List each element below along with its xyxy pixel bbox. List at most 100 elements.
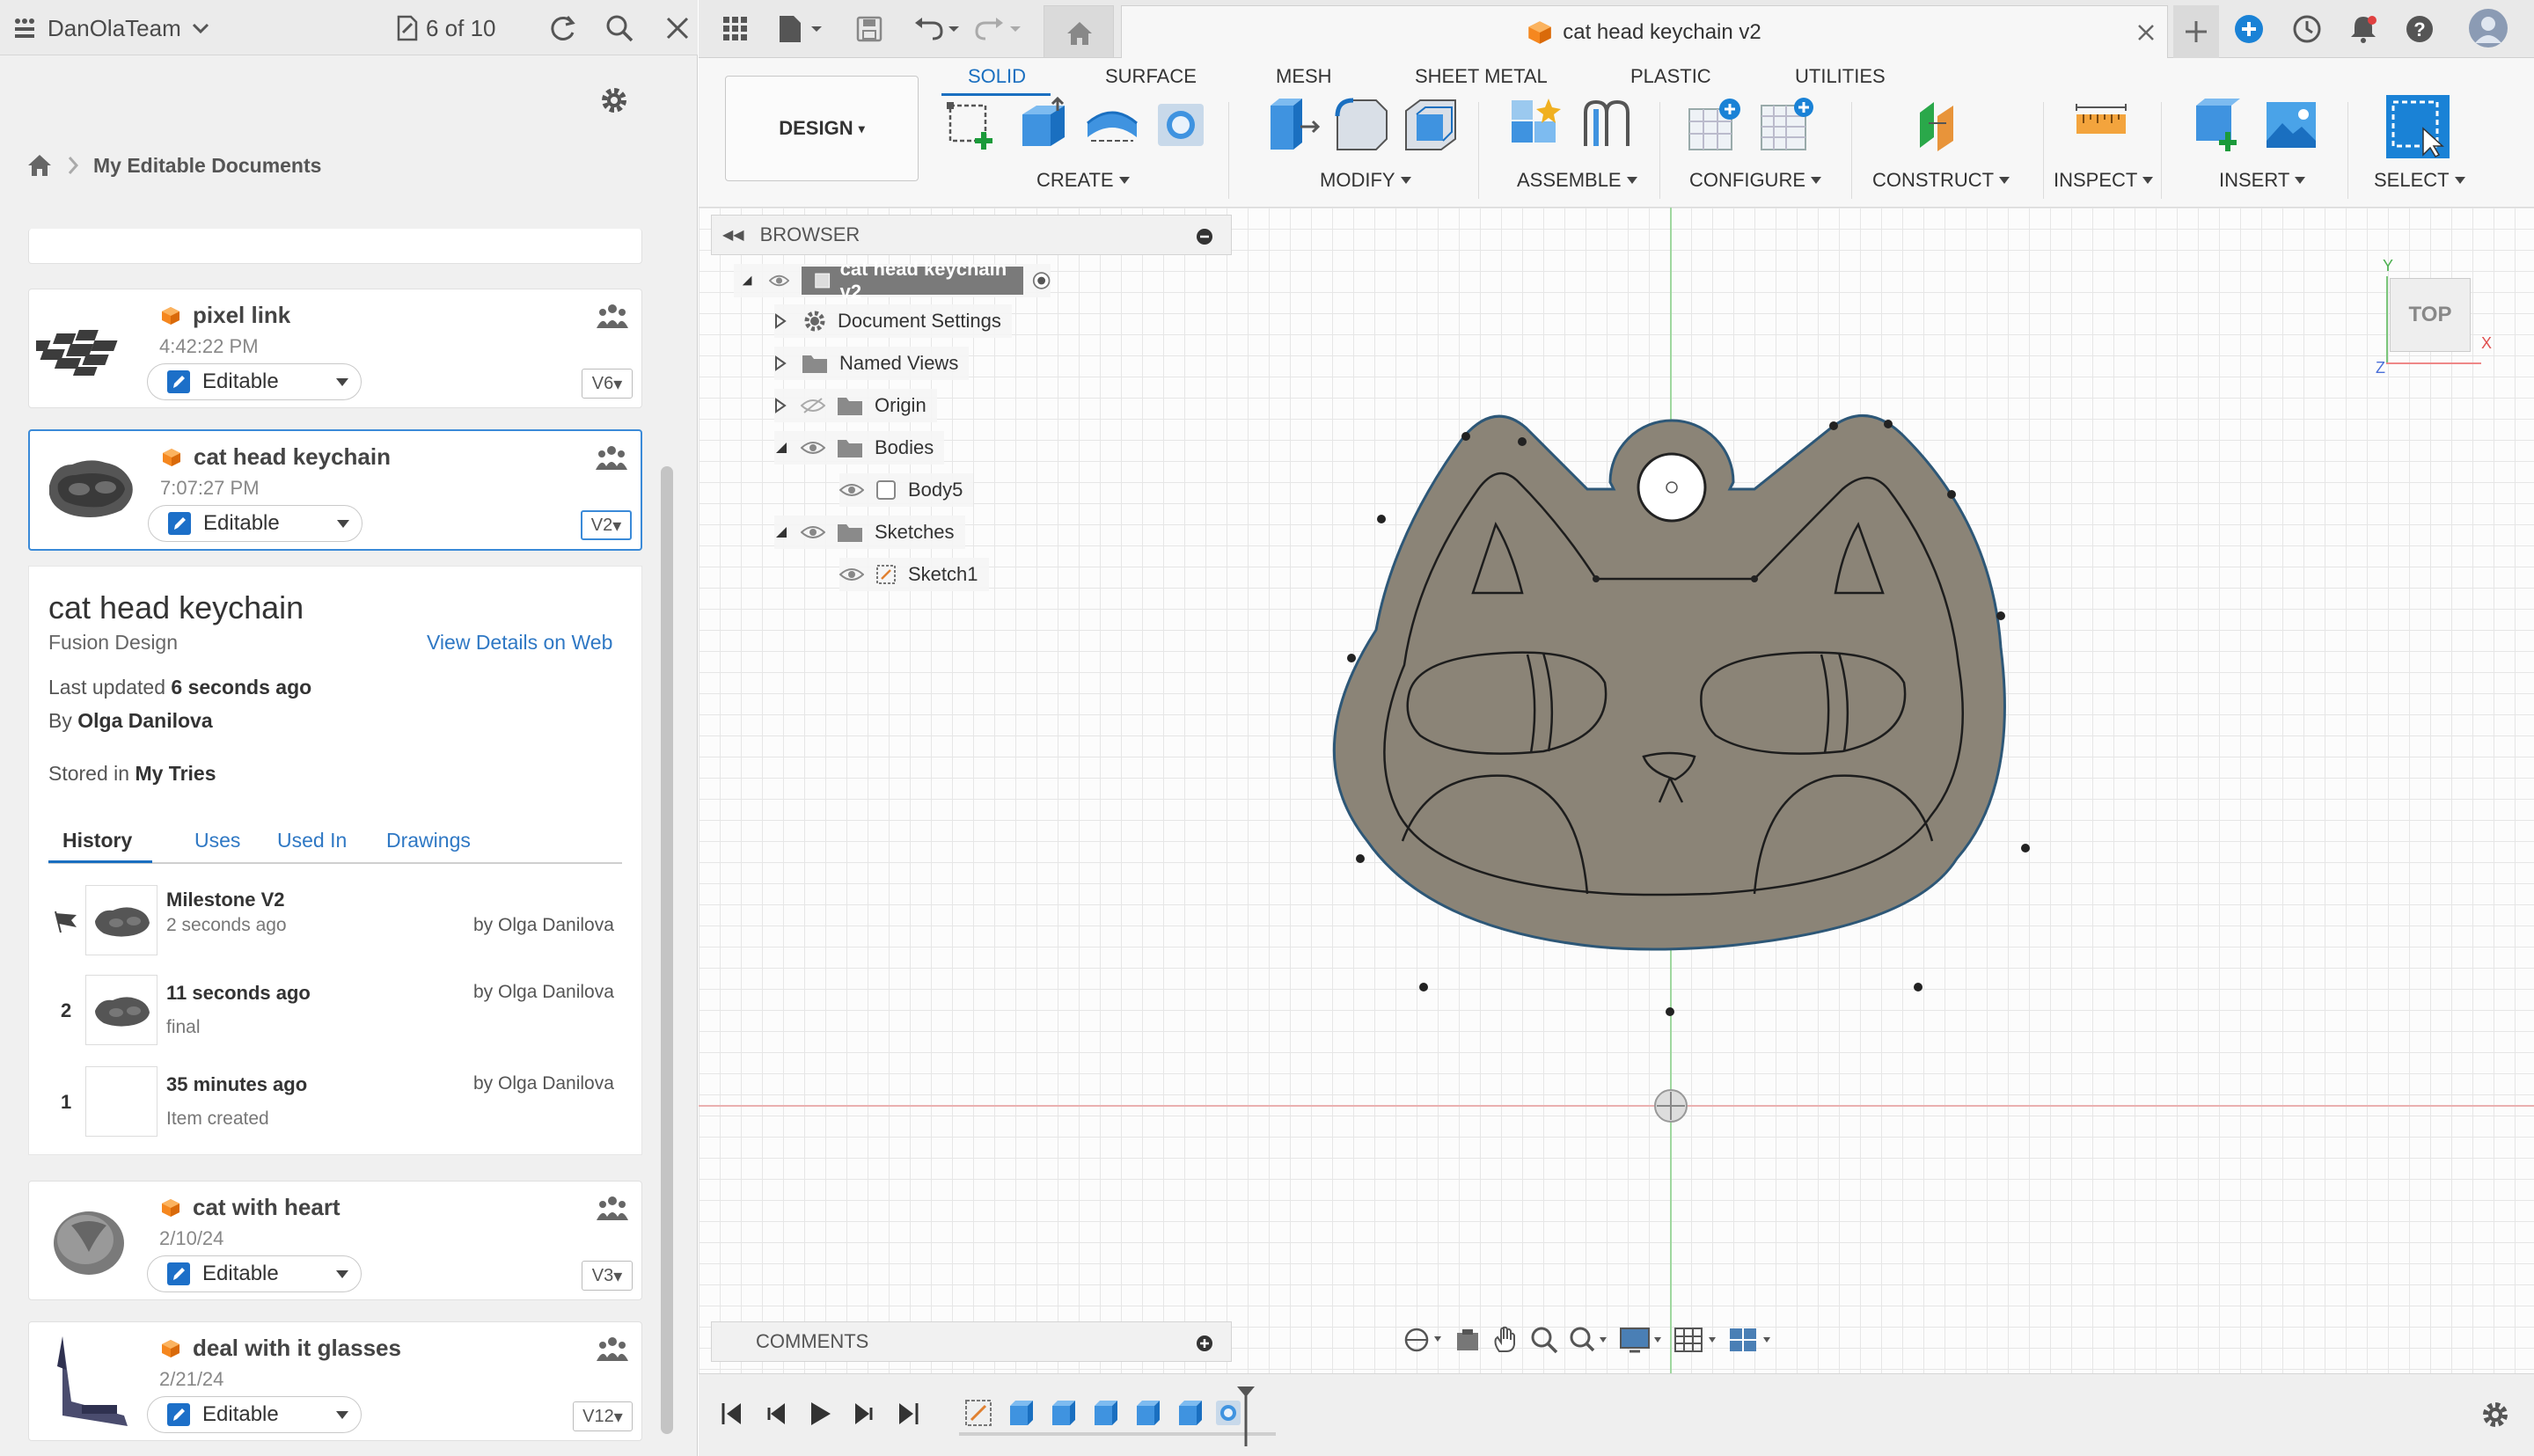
app-grid-icon[interactable] — [718, 11, 753, 47]
version-dropdown[interactable]: V2 ▾ — [581, 510, 632, 540]
settings-gear-icon[interactable] — [598, 84, 634, 120]
collapse-arrows-icon[interactable]: ◀◀ — [722, 226, 744, 244]
expand-down-icon[interactable] — [774, 441, 788, 455]
tab-history[interactable]: History — [62, 829, 132, 852]
tree-item[interactable]: Bodies — [774, 431, 945, 465]
tree-item[interactable]: Origin — [774, 389, 937, 422]
shared-people-icon[interactable] — [596, 1335, 629, 1365]
view-cube-face[interactable]: TOP — [2390, 278, 2471, 352]
insert-canvas-icon[interactable] — [2263, 97, 2319, 153]
construct-group-label[interactable]: CONSTRUCT — [1872, 169, 2010, 192]
timeline-extrude-feature[interactable] — [1132, 1397, 1163, 1429]
expand-down-icon[interactable] — [741, 274, 753, 288]
canvas-viewport[interactable]: TOP Y X Z ◀◀ BROWSER cat head keychain v… — [699, 208, 2534, 1373]
tab-utilities[interactable]: UTILITIES — [1795, 65, 1886, 88]
history-row[interactable]: 2 11 seconds ago final by Olga Danilova — [29, 971, 641, 1059]
document-card[interactable]: cat with heart 2/10/24 Editable V3 ▾ — [28, 1181, 642, 1300]
fillet-icon[interactable] — [1334, 97, 1390, 153]
help-icon[interactable]: ? — [2402, 11, 2437, 47]
tab-surface[interactable]: SURFACE — [1105, 65, 1197, 88]
insert-group-label[interactable]: INSERT — [2219, 169, 2306, 192]
eye-icon[interactable] — [801, 439, 825, 457]
timeline-start-icon[interactable] — [720, 1401, 744, 1427]
viewports-icon[interactable] — [1728, 1325, 1774, 1355]
display-settings-icon[interactable] — [1619, 1325, 1665, 1355]
scrollbar-thumb[interactable] — [661, 466, 673, 1434]
expand-down-icon[interactable] — [774, 525, 788, 539]
revolve-icon[interactable] — [1084, 97, 1140, 153]
tab-plastic[interactable]: PLASTIC — [1630, 65, 1711, 88]
timeline-marker[interactable] — [1235, 1385, 1256, 1448]
document-card[interactable]: deal with it glasses 2/21/24 Editable V1… — [28, 1321, 642, 1441]
insert-derive-icon[interactable] — [2193, 97, 2249, 153]
configure-table-icon[interactable] — [1688, 97, 1744, 153]
create-sketch-icon[interactable] — [945, 97, 1001, 153]
tree-item[interactable]: Named Views — [774, 347, 970, 380]
version-dropdown[interactable]: V3 ▾ — [582, 1261, 633, 1291]
shared-people-icon[interactable] — [596, 302, 629, 332]
card-title[interactable]: cat head keychain — [162, 443, 391, 471]
card-title[interactable]: deal with it glasses — [161, 1335, 401, 1362]
cat-head-model[interactable] — [1297, 401, 2054, 1035]
joint-icon[interactable] — [1578, 97, 1635, 153]
grid-settings-icon[interactable] — [1673, 1325, 1719, 1355]
pan-hand-icon[interactable] — [1490, 1325, 1520, 1355]
modify-group-label[interactable]: MODIFY — [1320, 169, 1411, 192]
search-icon[interactable] — [602, 11, 637, 46]
team-switcher[interactable]: DanOlaTeam — [12, 11, 209, 46]
tree-item[interactable]: Document Settings — [774, 304, 1012, 338]
timeline-prev-icon[interactable] — [764, 1401, 788, 1427]
job-status-icon[interactable] — [2289, 11, 2325, 47]
save-icon[interactable] — [852, 11, 887, 47]
notifications-bell-icon[interactable] — [2346, 11, 2381, 47]
home-tab[interactable] — [1044, 5, 1114, 58]
select-icon[interactable] — [2384, 93, 2451, 160]
comments-panel[interactable]: COMMENTS — [711, 1321, 1232, 1362]
measure-icon[interactable] — [2073, 97, 2129, 153]
document-card[interactable]: pixel link 4:42:22 PM Editable V6 ▾ — [28, 289, 642, 408]
fit-zoom-icon[interactable] — [1568, 1325, 1610, 1355]
breadcrumb-current[interactable]: My Editable Documents — [93, 154, 321, 178]
editable-dropdown[interactable]: Editable — [147, 363, 362, 400]
eye-hidden-icon[interactable] — [801, 397, 825, 414]
redo-icon[interactable] — [971, 11, 1024, 47]
tree-item[interactable]: Sketch1 — [839, 558, 989, 591]
timeline-extrude-feature[interactable] — [1089, 1397, 1121, 1429]
tree-root-label[interactable]: cat head keychain v2 — [802, 258, 1023, 303]
close-tab-icon[interactable] — [2137, 24, 2155, 41]
card-title[interactable]: pixel link — [161, 302, 290, 329]
press-pull-icon[interactable] — [1265, 97, 1322, 153]
tab-uses[interactable]: Uses — [194, 829, 240, 852]
file-menu-icon[interactable] — [774, 11, 827, 47]
version-dropdown[interactable]: V12 ▾ — [573, 1401, 633, 1431]
shared-people-icon[interactable] — [595, 443, 628, 473]
editable-dropdown[interactable]: Editable — [148, 505, 363, 542]
timeline-play-icon[interactable] — [808, 1401, 832, 1427]
offset-plane-icon[interactable] — [1911, 97, 1967, 153]
timeline-next-icon[interactable] — [852, 1401, 876, 1427]
view-details-link[interactable]: View Details on Web — [427, 631, 612, 655]
tree-item[interactable]: Body5 — [839, 473, 974, 507]
version-dropdown[interactable]: V6 ▾ — [582, 369, 633, 399]
editable-dropdown[interactable]: Editable — [147, 1255, 362, 1292]
activate-radio-icon[interactable] — [1032, 270, 1051, 291]
expand-right-icon[interactable] — [774, 313, 787, 329]
extensions-icon[interactable] — [2231, 11, 2267, 47]
workspace-switcher[interactable]: DESIGN ▾ — [725, 76, 919, 181]
new-component-icon[interactable] — [1508, 97, 1564, 153]
extrude-icon[interactable] — [1015, 97, 1072, 153]
tab-drawings[interactable]: Drawings — [386, 829, 471, 852]
document-card-selected[interactable]: cat head keychain 7:07:27 PM Editable V2… — [28, 429, 642, 551]
configure-group-label[interactable]: CONFIGURE — [1689, 169, 1821, 192]
eye-icon[interactable] — [801, 523, 825, 541]
select-group-label[interactable]: SELECT — [2374, 169, 2465, 192]
create-group-label[interactable]: CREATE — [1036, 169, 1130, 192]
timeline-extrude-feature[interactable] — [1174, 1397, 1205, 1429]
browser-panel-header[interactable]: ◀◀ BROWSER — [711, 215, 1232, 255]
card-title[interactable]: cat with heart — [161, 1194, 341, 1221]
close-icon[interactable] — [660, 11, 695, 46]
editable-dropdown[interactable]: Editable — [147, 1396, 362, 1433]
tab-solid[interactable]: SOLID — [968, 65, 1026, 88]
timeline-extrude-feature[interactable] — [1047, 1397, 1079, 1429]
shared-people-icon[interactable] — [596, 1194, 629, 1224]
